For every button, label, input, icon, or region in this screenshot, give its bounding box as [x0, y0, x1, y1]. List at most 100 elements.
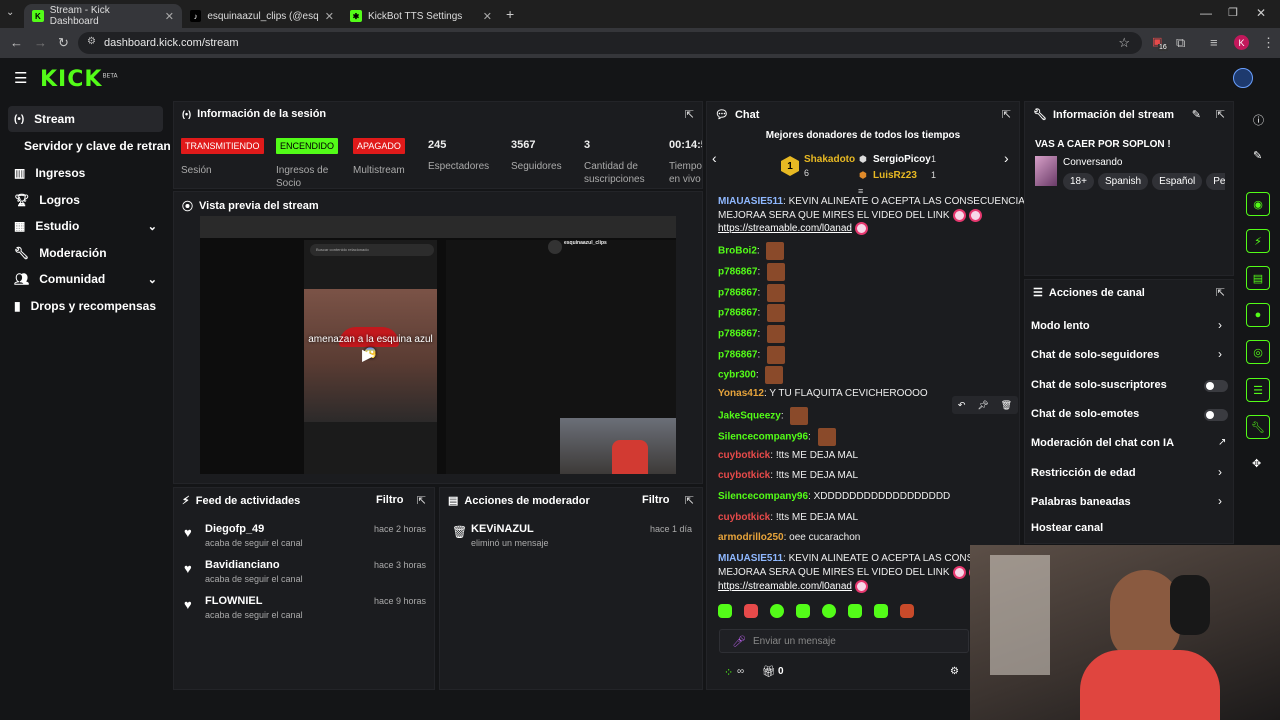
window-close-icon[interactable]: ✕	[1256, 6, 1266, 20]
chat-settings-icon[interactable]: ⚙	[950, 666, 959, 677]
emote-icon[interactable]	[822, 604, 836, 618]
minimize-icon[interactable]: —	[1200, 6, 1212, 20]
chat-username[interactable]: p786867	[718, 308, 757, 319]
chat-message[interactable]: cuybotkick: !tts ME DEJA MAL	[718, 511, 858, 525]
chat-message[interactable]: Silencecompany96: XDDDDDDDDDDDDDDDDDD	[718, 490, 950, 504]
chat-username[interactable]: JakeSqueezy	[718, 411, 781, 422]
edit-pencil-icon[interactable]: ✎	[1192, 108, 1201, 121]
chat-message[interactable]: https://streamable.com/l0anad	[718, 580, 868, 594]
mic-icon[interactable]: 🎤︎	[732, 635, 746, 648]
tab-stream-dashboard[interactable]: K Stream - Kick Dashboard ✕	[24, 4, 182, 28]
chat-input[interactable]: 🎤︎ Enviar un mensaje	[719, 629, 969, 653]
expand-icon[interactable]: ⇱	[685, 108, 694, 121]
popout-icon[interactable]: ⇱	[1002, 108, 1011, 121]
emote-icon[interactable]	[770, 604, 784, 618]
chat-message[interactable]: MEJORAA SERA QUE MIRES EL VIDEO DEL LINK	[718, 566, 982, 580]
chat-username[interactable]: p786867	[718, 267, 757, 278]
chat-message[interactable]: MIAUASIE511: KEVIN ALINEATE O ACEPTA LAS…	[718, 552, 1008, 566]
chat-username[interactable]: cuybotkick	[718, 512, 770, 523]
chat-message[interactable]: p786867:	[718, 263, 786, 281]
wrench-widget-icon[interactable]: 🔧︎	[1246, 415, 1270, 439]
sidebar-item-ingresos[interactable]: ▥ Ingresos	[8, 160, 163, 186]
chat-link[interactable]: https://streamable.com/l0anad	[718, 581, 852, 592]
chat-username[interactable]: BroBoi2	[718, 246, 757, 257]
gift-icon[interactable]: 🎁︎	[762, 665, 776, 678]
feed-filter-button[interactable]: Filtro	[376, 494, 404, 506]
chat-message[interactable]: Yonas412: Y TU FLAQUITA CEVICHEROOOO	[718, 387, 928, 401]
expand-icon[interactable]: ⇱	[1216, 108, 1225, 121]
chat-message[interactable]: BroBoi2:	[718, 242, 785, 260]
chat-link[interactable]: https://streamable.com/l0anad	[718, 223, 852, 234]
sidebar-item-estudio[interactable]: ▦ Estudio ⌄	[8, 213, 163, 239]
kick-logo[interactable]: KICKBETA	[40, 67, 118, 92]
carousel-prev-icon[interactable]: ‹	[712, 150, 717, 166]
tab-esquinaazul-clips[interactable]: ♪ esquinaazul_clips (@esquinaazul... ✕	[182, 4, 342, 28]
chat-username[interactable]: armodrillo250	[718, 532, 784, 543]
chat-message[interactable]: p786867:	[718, 325, 786, 343]
carousel-next-icon[interactable]: ›	[1004, 150, 1009, 166]
chat-username[interactable]: MIAUASIE511	[718, 553, 783, 564]
chat-message[interactable]: cybr300:	[718, 366, 784, 384]
expand-icon[interactable]: ⇱	[685, 494, 694, 507]
emote-icon[interactable]	[900, 604, 914, 618]
chat-message[interactable]: MIAUASIE511: KEVIN ALINEATE O ACEPTA LAS…	[718, 195, 1034, 209]
emote-icon[interactable]	[874, 604, 888, 618]
restore-icon[interactable]: ❐	[1228, 6, 1238, 19]
tab-list-icon[interactable]: ⌄	[6, 7, 14, 18]
profile-avatar[interactable]: K	[1234, 35, 1249, 50]
chat-message[interactable]: cuybotkick: !tts ME DEJA MAL	[718, 469, 858, 483]
back-icon[interactable]: ←	[10, 35, 23, 50]
delete-icon[interactable]: 🗑︎	[1001, 400, 1012, 411]
action-ai-moderation[interactable]: Moderación del chat con IA	[1031, 437, 1174, 449]
media-control-icon[interactable]: ≡	[1210, 35, 1218, 50]
sidebar-item-stream[interactable]: (•) Stream	[8, 106, 163, 132]
chat-username[interactable]: Silencecompany96	[718, 491, 808, 502]
chevron-right-icon[interactable]: ›	[1218, 465, 1222, 479]
pencil-icon[interactable]: ✎	[1253, 149, 1262, 162]
chat-message[interactable]: cuybotkick: !tts ME DEJA MAL	[718, 449, 858, 463]
chat-username[interactable]: p786867	[718, 329, 757, 340]
bookmark-star-icon[interactable]: ☆	[1118, 35, 1130, 51]
hamburger-menu-icon[interactable]: ☰	[14, 69, 27, 87]
sidebar-item-server-key[interactable]: Servidor y clave de retransm	[18, 133, 170, 159]
emote-icon[interactable]	[796, 604, 810, 618]
site-info-icon[interactable]: ⚙	[87, 36, 96, 47]
donor-name[interactable]: LuisRz23	[873, 170, 917, 181]
list-widget-icon[interactable]: ☰	[1246, 378, 1270, 402]
feed-user[interactable]: Bavidianciano	[205, 559, 280, 571]
channel-points-icon[interactable]: ⁘	[724, 666, 733, 679]
emote-icon[interactable]	[744, 604, 758, 618]
chat-message[interactable]: JakeSqueezy:	[718, 407, 809, 425]
action-age-restriction[interactable]: Restricción de edad	[1031, 467, 1136, 479]
chat-username[interactable]: p786867	[718, 288, 757, 299]
lightning-widget-icon[interactable]: ⚡︎	[1246, 229, 1270, 253]
feed-user[interactable]: FLOWNIEL	[205, 595, 262, 607]
sidebar-item-comunidad[interactable]: 👥︎ Comunidad ⌄	[8, 266, 163, 292]
emotes-only-toggle[interactable]	[1204, 409, 1228, 421]
sidebar-item-moderacion[interactable]: 🔧︎ Moderación	[8, 240, 163, 266]
camera-widget-icon[interactable]: ◉	[1246, 192, 1270, 216]
chat-username[interactable]: cuybotkick	[718, 450, 770, 461]
action-banned-words[interactable]: Palabras baneadas	[1031, 496, 1131, 508]
extensions-puzzle-icon[interactable]: ⧉	[1176, 35, 1185, 51]
donor-name[interactable]: Shakadoto	[804, 154, 855, 165]
tab-kickbot-tts[interactable]: ✱ KickBot TTS Settings ✕	[342, 4, 500, 28]
pin-icon[interactable]: 📌︎	[977, 400, 988, 411]
sidebar-item-logros[interactable]: 🏆︎ Logros	[8, 187, 163, 213]
mod-filter-button[interactable]: Filtro	[642, 494, 670, 506]
action-host-channel[interactable]: Hostear canal	[1031, 522, 1103, 534]
chat-message[interactable]: Silencecompany96:	[718, 428, 836, 446]
chat-username[interactable]: MIAUASIE511	[718, 196, 783, 207]
action-slow-mode[interactable]: Modo lento	[1031, 320, 1090, 332]
info-icon[interactable]: ⓘ	[1253, 112, 1264, 128]
mod-user[interactable]: KEViNAZUL	[471, 523, 534, 535]
expand-icon[interactable]: ⇱	[1216, 286, 1225, 299]
external-link-icon[interactable]: ↗	[1218, 437, 1226, 448]
chevron-right-icon[interactable]: ›	[1218, 347, 1222, 361]
close-icon[interactable]: ✕	[483, 10, 492, 23]
action-followers-only[interactable]: Chat de solo-seguidores	[1031, 349, 1159, 361]
chat-message[interactable]: armodrillo250: oee cucarachon	[718, 531, 860, 545]
add-widget-icon[interactable]: ✥	[1252, 457, 1261, 470]
forward-icon[interactable]: →	[34, 35, 47, 50]
chat-message[interactable]: p786867:	[718, 284, 786, 302]
